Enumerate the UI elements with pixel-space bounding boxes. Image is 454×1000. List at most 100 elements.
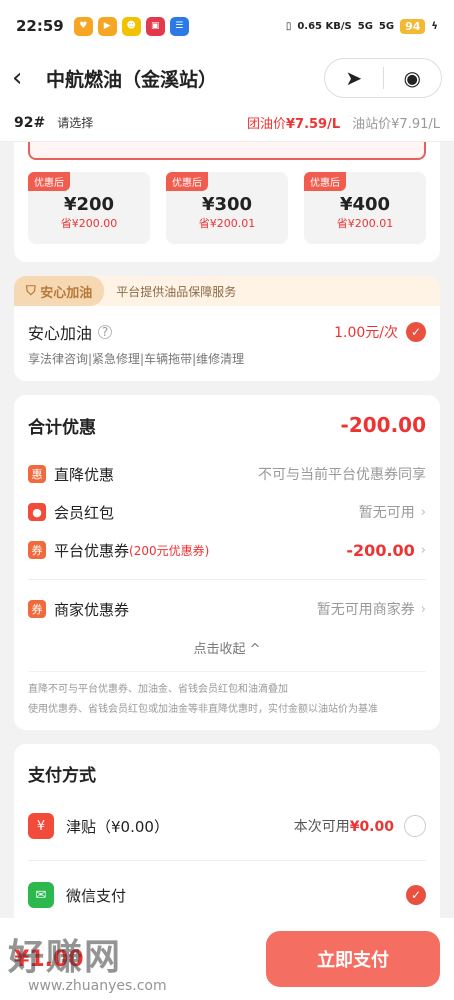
discount-fine-print: 直降不可与平台优惠券、加油金、省钱会员红包和油滴叠加 使用优惠券、省钱会员红包或… xyxy=(28,671,426,730)
tuan-price-value: ¥7.59/L xyxy=(285,117,341,132)
payment-option-wechat[interactable]: ✉ 微信支付 ✓ xyxy=(28,871,426,919)
fine-print-line: 直降不可与平台优惠券、加油金、省钱会员红包和油滴叠加 xyxy=(28,684,288,695)
anxin-name: 安心加油 xyxy=(28,324,93,343)
discount-total: -200.00 xyxy=(340,413,426,437)
anxin-badge-label: 安心加油 xyxy=(40,285,93,301)
collapse-button[interactable]: 点击收起 ^ xyxy=(28,628,426,671)
back-icon[interactable]: ‹ xyxy=(12,63,46,93)
payment-title: 支付方式 xyxy=(28,765,96,786)
fuel-bar: 92# 请选择 团油价¥7.59/L 油站价¥7.91/L xyxy=(0,104,454,142)
gun-select[interactable]: 请选择 xyxy=(57,114,93,131)
station-price-value: ¥7.91/L xyxy=(391,117,440,132)
signal-1: 5G xyxy=(357,20,373,32)
station-price-label: 油站价 xyxy=(352,117,392,132)
pay-now-button[interactable]: 立即支付 xyxy=(266,931,440,987)
wechat-label: 微信支付 xyxy=(66,886,127,905)
chevron-right-icon: › xyxy=(420,542,426,558)
checked-icon[interactable]: ✓ xyxy=(406,322,426,342)
red-packet-icon: ● xyxy=(28,503,46,521)
fine-print-line: 使用优惠券、省钱会员红包或加油金等非直降优惠时，实付金额以油站价为基准 xyxy=(28,704,378,715)
coupon-icon: 券 xyxy=(28,541,46,559)
anxin-banner: ⛉ 安心加油 平台提供油品保障服务 xyxy=(14,276,440,306)
coupon-icon: 券 xyxy=(28,600,46,618)
station-price: 油站价¥7.91/L xyxy=(352,113,440,132)
discount-row-platform-coupon[interactable]: 券 平台优惠券 (200元优惠券) -200.00 › xyxy=(28,531,426,569)
chevron-right-icon: › xyxy=(420,504,426,520)
discount-value: 暂无可用 xyxy=(358,505,415,521)
after-discount-tag: 优惠后 xyxy=(166,172,208,191)
discount-label: 直降优惠 xyxy=(54,465,115,484)
app-icon: ☻ xyxy=(121,16,141,36)
app-icon: ▶ xyxy=(97,16,117,36)
header-capsule: ➤ ◉ xyxy=(324,58,442,98)
fuel-grade[interactable]: 92# xyxy=(14,115,45,131)
jintie-available-value: ¥0.00 xyxy=(349,819,394,835)
net-speed: 0.65 KB/S xyxy=(297,20,352,32)
checked-icon[interactable]: ✓ xyxy=(406,885,426,905)
amount-options: 优惠后 ¥200 省¥200.00 优惠后 ¥300 省¥200.01 优惠后 … xyxy=(14,142,440,262)
discount-row-direct: 惠 直降优惠 不可与当前平台优惠券同享 xyxy=(28,455,426,493)
anxin-row[interactable]: 安心加油 ? 1.00元/次 ✓ xyxy=(14,306,440,350)
radio-unchecked[interactable] xyxy=(404,815,426,837)
notification-icons: ♥ ▶ ☻ ▣ ☰ xyxy=(73,16,189,36)
discount-header: 合计优惠 -200.00 xyxy=(28,395,426,455)
watermark-url: www.zhuanyes.com xyxy=(28,978,167,994)
wallet-icon: ¥ xyxy=(28,813,54,839)
discount-label: 会员红包 xyxy=(54,503,115,522)
coupon-note: (200元优惠券) xyxy=(129,543,210,558)
custom-amount-box[interactable] xyxy=(28,142,426,160)
anxin-card: ⛉ 安心加油 平台提供油品保障服务 安心加油 ? 1.00元/次 ✓ 享法律咨询… xyxy=(14,276,440,381)
payment-card: 支付方式 ¥ 津贴（¥0.00） 本次可用¥0.00 ✉ 微信支付 ✓ xyxy=(14,744,440,927)
amount-save: 省¥200.01 xyxy=(336,217,394,230)
discount-value: 不可与当前平台优惠券同享 xyxy=(258,467,426,483)
help-icon[interactable]: ? xyxy=(98,325,113,339)
discount-card: 合计优惠 -200.00 惠 直降优惠 不可与当前平台优惠券同享 ● 会员红包 … xyxy=(14,395,440,730)
anxin-price: 1.00元/次 xyxy=(334,325,398,341)
payment-option-jintie[interactable]: ¥ 津贴（¥0.00） 本次可用¥0.00 xyxy=(28,802,426,850)
amount-value: ¥400 xyxy=(339,194,391,215)
shield-icon: ⛉ xyxy=(26,283,41,299)
tuan-price: 团油价¥7.59/L xyxy=(247,113,340,132)
amount-value: ¥200 xyxy=(63,194,115,215)
discount-label: 平台优惠券 xyxy=(54,541,130,560)
app-icon: ▣ xyxy=(145,16,165,36)
discount-label: 商家优惠券 xyxy=(54,600,130,619)
after-discount-tag: 优惠后 xyxy=(28,172,70,191)
amount-grid: 优惠后 ¥200 省¥200.00 优惠后 ¥300 省¥200.01 优惠后 … xyxy=(28,172,426,244)
jintie-label: 津贴（¥0.00） xyxy=(66,817,169,836)
watermark-logo: 好赚网 xyxy=(8,937,123,978)
anxin-subtitle: 平台提供油品保障服务 xyxy=(116,284,237,299)
wechat-pay-icon: ✉ xyxy=(28,882,54,908)
amount-save: 省¥200.01 xyxy=(198,217,256,230)
discount-row-merchant-coupon[interactable]: 券 商家优惠券 暂无可用商家券 › xyxy=(28,590,426,628)
navigation-arrow-icon[interactable]: ➤ xyxy=(325,66,383,90)
divider xyxy=(28,860,426,861)
battery-badge: 94 xyxy=(400,18,426,34)
status-right: ▯ 0.65 KB/S 5G 5G 94 ϟ xyxy=(285,18,438,34)
signal-2: 5G xyxy=(378,20,395,32)
discount-value: -200.00 xyxy=(346,540,415,560)
app-icon: ☰ xyxy=(169,16,189,36)
discount-title: 合计优惠 xyxy=(28,417,96,438)
amount-option[interactable]: 优惠后 ¥200 省¥200.00 xyxy=(28,172,150,244)
status-bar: 22:59 ♥ ▶ ☻ ▣ ☰ ▯ 0.65 KB/S 5G 5G 94 ϟ xyxy=(0,0,454,52)
record-circle-icon[interactable]: ◉ xyxy=(384,66,442,90)
charging-icon: ϟ xyxy=(431,20,438,32)
jintie-available: 本次可用¥0.00 xyxy=(294,816,394,836)
divider xyxy=(28,579,426,580)
amount-option[interactable]: 优惠后 ¥400 省¥200.01 xyxy=(304,172,426,244)
page-title: 中航燃油（金溪站） xyxy=(46,68,218,91)
page-header: ‹ 中航燃油（金溪站） ➤ ◉ xyxy=(0,52,454,104)
chevron-right-icon: › xyxy=(420,601,426,617)
tuan-price-label: 团油价 xyxy=(246,117,286,132)
vibrate-icon: ▯ xyxy=(285,20,292,32)
amount-value: ¥300 xyxy=(201,194,253,215)
amount-option[interactable]: 优惠后 ¥300 省¥200.01 xyxy=(166,172,288,244)
status-time: 22:59 xyxy=(16,17,64,35)
jintie-available-label: 本次可用 xyxy=(293,819,350,835)
discount-row-redpacket[interactable]: ● 会员红包 暂无可用 › xyxy=(28,493,426,531)
direct-discount-icon: 惠 xyxy=(28,465,46,483)
app-icon: ♥ xyxy=(73,16,93,36)
after-discount-tag: 优惠后 xyxy=(304,172,346,191)
anxin-badge: ⛉ 安心加油 xyxy=(14,276,105,306)
